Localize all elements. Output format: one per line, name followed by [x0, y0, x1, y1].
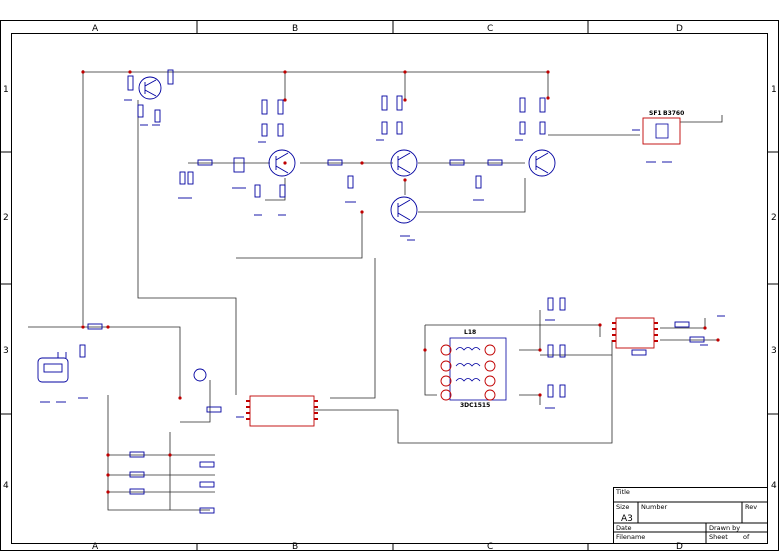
ground-symbols — [40, 99, 725, 418]
transformer-l18: L18 3DC1515 — [440, 329, 507, 409]
transformer-part-label: 3DC1515 — [460, 402, 490, 409]
passive-components — [79, 69, 705, 514]
rev-label: Rev — [745, 503, 757, 511]
of-label: of — [743, 533, 750, 541]
transistor-q1 — [138, 76, 162, 100]
date-label: Date — [616, 524, 632, 532]
size-value: A3 — [621, 514, 633, 524]
size-label: Size — [616, 503, 629, 511]
sheet-border — [0, 20, 779, 551]
number-label: Number — [641, 503, 667, 511]
column-label: C — [487, 542, 493, 551]
row-labels-right: 1 2 3 4 — [771, 85, 777, 491]
filename-label: Filename — [616, 533, 645, 541]
title-label: Title — [615, 488, 630, 496]
column-label: A — [92, 542, 99, 551]
filter-part-label: B3760 — [663, 110, 684, 117]
column-label: B — [292, 542, 298, 551]
row-labels-left: 1 2 3 4 — [3, 85, 9, 491]
power-connector — [37, 352, 69, 383]
transistor-q3 — [390, 149, 418, 177]
wires — [28, 70, 723, 511]
transistor-q5 — [528, 149, 556, 177]
row-label: 2 — [3, 213, 9, 223]
column-label: D — [676, 24, 683, 34]
drawn-by-label: Drawn by — [709, 524, 740, 532]
row-label: 3 — [3, 346, 9, 356]
column-labels-top: A B C D — [92, 24, 683, 34]
row-label: 3 — [771, 346, 777, 356]
schematic-sheet: A B C D A B C D 1 2 3 4 1 2 3 4 SF1 B376… — [0, 0, 779, 552]
row-label: 1 — [3, 85, 9, 95]
column-label: A — [92, 24, 99, 34]
title-block: Title Size A3 Number Rev Date Filename D… — [613, 487, 768, 544]
driver-ic — [612, 317, 658, 349]
row-label: 1 — [771, 85, 777, 95]
row-label: 4 — [3, 481, 9, 491]
mcu-ic — [246, 395, 318, 427]
row-label: 2 — [771, 213, 777, 223]
crystal-or-test-point — [193, 368, 207, 382]
transformer-ref-label: L18 — [464, 329, 476, 336]
transistor-q4 — [390, 196, 418, 224]
column-label: C — [487, 24, 493, 34]
sheet-label: Sheet — [709, 533, 728, 541]
filter-ref-label: SF1 — [649, 110, 662, 117]
row-label: 4 — [771, 481, 777, 491]
transistor-q2 — [268, 149, 296, 177]
saw-filter-sf1: SF1 B3760 — [642, 110, 684, 145]
column-label: B — [292, 24, 298, 34]
